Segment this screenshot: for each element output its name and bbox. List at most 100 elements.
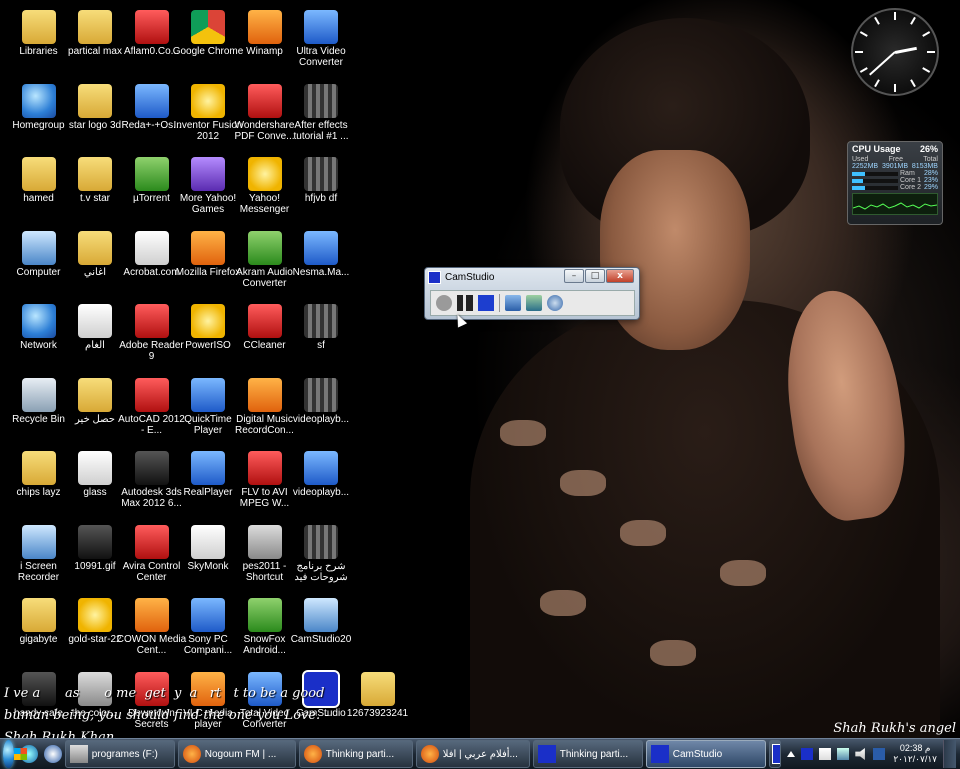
folder-icon <box>78 157 112 191</box>
taskbar-task-button[interactable]: Thinking parti... <box>298 740 413 768</box>
system-tray: 02:38 م ٢٠١٢/٠٧/١٧ <box>781 740 960 768</box>
cpu-meter-rows: Ram 28% Core 1 23% Core 2 29% <box>848 170 942 191</box>
camstudio-setup-icon <box>304 598 338 632</box>
cpu-gadget-percent: 26% <box>919 144 938 154</box>
minimize-button[interactable]: – <box>564 269 584 283</box>
screen-recorder-icon <box>21 524 56 559</box>
network-icon <box>21 304 56 338</box>
cpu-meter-percent: 28% <box>923 170 938 177</box>
firefox-icon <box>303 745 322 763</box>
desktop-icon[interactable]: sf <box>285 298 358 371</box>
cpu-meter-row: Core 2 29% <box>848 184 942 191</box>
camstudio-tray-icon[interactable] <box>801 748 814 760</box>
acrobat-icon <box>134 230 169 265</box>
tray-arrow-icon[interactable] <box>787 751 796 757</box>
homegroup-icon <box>21 83 56 118</box>
star-icon <box>78 598 112 632</box>
desktop-icon[interactable]: videoplayb... <box>285 372 358 445</box>
clock-tick <box>894 84 896 92</box>
chrome-icon <box>191 10 225 44</box>
clock-tick <box>874 79 880 88</box>
3dsmax-icon <box>134 451 169 485</box>
desktop-icon[interactable]: Nesma.Ma... <box>285 225 358 298</box>
cpu-history-graph <box>852 193 938 215</box>
desktop-icon-label: After effects tutorial #1 ... <box>293 119 349 142</box>
cpu-meter-bar <box>852 178 898 183</box>
clock-gadget[interactable] <box>851 8 939 96</box>
taskbar-camstudio-tray-app[interactable] <box>768 740 782 768</box>
video-file-icon <box>304 377 338 412</box>
cpu-meter-bar <box>852 171 898 176</box>
video-options-button[interactable] <box>526 295 542 311</box>
wallpaper-signature: Shah Rukh's angel <box>833 721 956 736</box>
taskbar-task-button[interactable]: أفلام عربي | افلا... <box>415 740 530 768</box>
video-file-icon <box>304 304 338 338</box>
folder-icon <box>78 230 112 265</box>
wallpaper-quote: I ve a as o me get y a rt t to be a good… <box>4 686 329 738</box>
desktop-icon[interactable]: 12673923241 <box>341 666 414 739</box>
wallpaper-shirt-pattern <box>500 420 546 446</box>
folder-icon <box>78 10 112 44</box>
clock-hour-hand <box>894 46 917 54</box>
taskbar-task-button[interactable]: programes (F:) <box>64 740 175 768</box>
close-button[interactable]: x <box>606 269 634 283</box>
quicklaunch-media-player[interactable] <box>43 741 62 767</box>
yahoo-messenger-icon <box>247 157 282 191</box>
memory-header-used: Used <box>852 156 869 163</box>
avira-icon <box>134 524 169 559</box>
memory-free-value: 3901MB <box>881 163 909 170</box>
taskbar-task-button[interactable]: CamStudio <box>645 740 766 768</box>
desktop-icon[interactable]: hfjvb df <box>285 151 358 224</box>
folder-icon <box>21 10 56 44</box>
pause-button[interactable] <box>457 295 473 311</box>
taskbar-task-button[interactable]: Nogoum FM | ... <box>177 740 296 768</box>
taskbar-clock[interactable]: 02:38 م ٢٠١٢/٠٧/١٧ <box>893 743 937 765</box>
video-file-icon <box>304 524 338 559</box>
clock-tick <box>910 16 916 25</box>
taskbar-task-button[interactable]: Thinking parti... <box>532 740 643 768</box>
wallpaper-shirt-pattern <box>650 640 696 666</box>
language-icon[interactable] <box>873 748 886 760</box>
taskbar-tasks: programes (F:) Nogoum FM | ... Thinking pa… <box>62 740 766 768</box>
maximize-button[interactable]: □ <box>585 269 605 283</box>
start-button[interactable] <box>3 740 27 768</box>
swf-producer-button[interactable] <box>547 295 563 311</box>
desktop-icon[interactable]: شرح برنامج شروحات فيد <box>285 519 358 592</box>
wallpaper-figure-face <box>600 150 750 350</box>
action-center-flag-icon[interactable] <box>819 748 832 760</box>
show-desktop-button[interactable] <box>943 740 956 768</box>
memory-header-total: Total <box>923 156 938 163</box>
document-icon <box>78 304 112 338</box>
video-file-icon <box>304 230 338 265</box>
camstudio-icon <box>428 270 441 284</box>
window-controls: – □ x <box>563 269 634 283</box>
taskbar-task-label: أفلام عربي | افلا... <box>442 748 518 760</box>
desktop-icon[interactable]: CamStudio20 <box>285 592 358 665</box>
image-file-icon <box>304 157 338 191</box>
cpu-meter-fill <box>852 171 865 176</box>
desktop-icon[interactable]: After effects tutorial #1 ... <box>285 78 358 151</box>
desktop-icon-label: videoplayb... <box>292 413 350 425</box>
skymonk-icon <box>191 524 225 559</box>
network-tray-icon[interactable] <box>837 748 850 760</box>
record-button[interactable] <box>436 295 452 311</box>
stop-button[interactable] <box>478 295 494 311</box>
toolbar-separator <box>499 294 500 312</box>
clock-tick <box>894 12 896 20</box>
desktop-icon[interactable]: Ultra Video Converter <box>285 4 358 77</box>
volume-icon[interactable] <box>855 748 865 760</box>
3dsmax-file-icon <box>78 451 112 485</box>
camstudio-icon <box>771 744 781 764</box>
region-options-button[interactable] <box>505 295 521 311</box>
desktop-icon[interactable]: videoplayb... <box>285 445 358 518</box>
folder-icon <box>78 83 112 118</box>
cpu-usage-gadget[interactable]: CPU Usage 26% Used Free Total 2252MB 390… <box>847 141 943 225</box>
cowon-icon <box>134 598 169 632</box>
video-file-icon <box>304 451 338 485</box>
taskbar-task-label: Thinking parti... <box>559 748 629 760</box>
cpu-meter-percent: 29% <box>923 184 938 191</box>
camstudio-window[interactable]: CamStudio – □ x <box>424 267 640 320</box>
memory-header-free: Free <box>888 156 903 163</box>
cpu-meter-percent: 23% <box>923 177 938 184</box>
cpu-gadget-title: CPU Usage <box>852 144 901 154</box>
